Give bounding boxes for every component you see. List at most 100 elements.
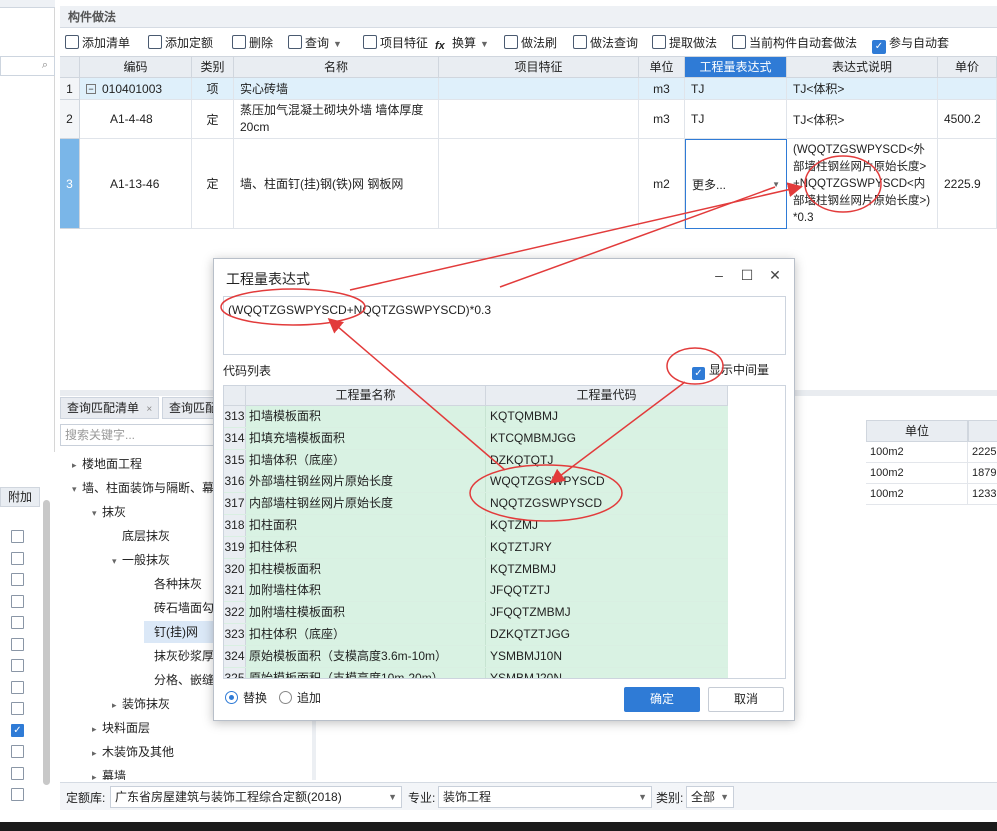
unit-cell[interactable]: 100m2 [866, 484, 968, 505]
cell-unit[interactable]: m2 [639, 139, 685, 229]
radio-unselected-icon[interactable] [279, 691, 292, 704]
radio-selected-icon[interactable] [225, 691, 238, 704]
expression-input[interactable]: (WQQTZGSWPYSCD+NQQTZGSWPYSCD)*0.3 [223, 296, 786, 355]
unit-cell[interactable]: 100m2 [866, 442, 968, 463]
cell-name[interactable]: 实心砖墙 [234, 78, 439, 100]
column-header-7[interactable]: 单价 [938, 57, 997, 78]
caret-right-icon[interactable]: ▸ [92, 742, 102, 764]
tree-item[interactable]: 分格、嵌缝 [144, 669, 214, 691]
cell-type[interactable]: 定 [192, 100, 234, 139]
cell-price[interactable] [938, 78, 997, 100]
cell-code[interactable]: A1-4-48 [80, 100, 192, 139]
tree-item[interactable]: ▸ 木装饰及其他 [92, 741, 174, 763]
row-number[interactable]: 3 [60, 139, 80, 229]
cell-code[interactable]: A1-13-46 [80, 139, 192, 229]
tree-item[interactable]: ▾ 抹灰 [92, 501, 126, 523]
code-row[interactable]: 320 扣柱模板面积 KQTZMBMJ [224, 558, 728, 581]
caret-down-icon[interactable]: ▾ [92, 502, 102, 524]
brush-icon[interactable] [504, 35, 518, 49]
cell-price[interactable]: 4500.2 [938, 100, 997, 139]
keyword-search-input[interactable]: 搜索关键字... [60, 424, 216, 446]
cell-desc[interactable]: (WQQTZGSWPYSCD<外部墙柱钢丝网片原始长度>+NQQTZGSWPYS… [787, 139, 938, 229]
code-row[interactable]: 316 外部墙柱钢丝网片原始长度 WQQTZGSWPYSCD [224, 471, 728, 494]
cell-unit[interactable]: m3 [639, 78, 685, 100]
minimize-icon[interactable]: – [710, 267, 728, 283]
cell-type[interactable]: 项 [192, 78, 234, 100]
tab-query-match[interactable]: 查询匹配 [162, 397, 218, 419]
row-number[interactable]: 1 [60, 78, 80, 100]
row-checkbox[interactable]: ✓ [11, 723, 24, 737]
row-checkbox[interactable] [11, 702, 24, 715]
row-checkbox[interactable] [11, 745, 24, 758]
row-checkbox[interactable] [11, 659, 24, 672]
feature-icon[interactable] [363, 35, 377, 49]
method-query-icon[interactable] [573, 35, 587, 49]
code-row[interactable]: 314 扣填充墙模板面积 KTCQMBMJGG [224, 427, 728, 450]
collapse-icon[interactable]: − [86, 83, 96, 94]
row-checkbox[interactable] [11, 637, 24, 651]
tree-item[interactable]: ▸ 装饰抹灰 [112, 693, 170, 715]
price-cell[interactable]: 1879. [968, 463, 997, 484]
code-row[interactable]: 313 扣墙模板面积 KQTQMBMJ [224, 406, 728, 428]
cell-desc[interactable]: TJ<体积> [787, 100, 938, 139]
quota-lib-select[interactable]: 广东省房屋建筑与装饰工程综合定额(2018) ▼ [110, 786, 402, 808]
ok-button[interactable]: 确定 [624, 687, 700, 712]
cell-unit[interactable]: m3 [639, 100, 685, 139]
caret-right-icon[interactable]: ▸ [112, 694, 122, 716]
cell-feature[interactable] [439, 100, 639, 139]
toolbar-button-9[interactable]: 当前构件自动套做法 [732, 34, 857, 52]
code-row[interactable]: 322 加附墙柱模板面积 JFQQTZMBMJ [224, 602, 728, 625]
left-scrollbar[interactable] [43, 500, 50, 785]
row-checkbox[interactable] [11, 573, 24, 586]
row-number[interactable]: 2 [60, 100, 80, 139]
checkbox-icon[interactable]: ✓ [872, 40, 886, 54]
tree-item[interactable]: ▸ 楼地面工程 [72, 453, 142, 475]
chevron-down-icon[interactable]: ▼ [772, 180, 780, 189]
trash-icon[interactable] [232, 35, 246, 49]
caret-right-icon[interactable]: ▸ [92, 718, 102, 740]
auto-apply-icon[interactable] [732, 35, 746, 49]
cell-name[interactable]: 墙、柱面钉(挂)钢(铁)网 钢板网 [234, 139, 439, 229]
tree-item[interactable]: ▸ 幕墙 [92, 765, 126, 780]
row-checkbox[interactable] [11, 530, 24, 543]
toolbar-button-1[interactable]: 添加定额 [148, 34, 213, 52]
row-checkbox[interactable] [11, 680, 24, 694]
column-header-5[interactable]: 工程量表达式 [685, 57, 787, 78]
cancel-button[interactable]: 取消 [708, 687, 784, 712]
code-row[interactable]: 315 扣墙体积（底座） DZKQTQTJ [224, 449, 728, 472]
code-row[interactable]: 325 原始模板面积（支模高度10m-20m） YSMBMJ20N [224, 667, 728, 678]
radio-append[interactable]: 追加 [279, 689, 321, 706]
chevron-down-icon[interactable]: ▼ [480, 39, 489, 49]
chevron-down-icon[interactable]: ▼ [333, 39, 342, 49]
add-quota-icon[interactable] [148, 35, 162, 49]
code-row[interactable]: 324 原始模板面积（支模高度3.6m-10m） YSMBMJ10N [224, 645, 728, 668]
row-checkbox[interactable] [11, 766, 24, 780]
cell-code[interactable]: −010401003 [80, 78, 192, 100]
maximize-icon[interactable]: ☐ [738, 267, 756, 284]
code-row[interactable]: 321 加附墙柱体积 JFQQTZTJ [224, 580, 728, 603]
cell-feature[interactable] [439, 139, 639, 229]
search-icon[interactable]: ⌕ [42, 59, 48, 72]
fx-icon[interactable]: fx [435, 37, 449, 52]
major-select[interactable]: 装饰工程 ▼ [438, 786, 652, 808]
caret-down-icon[interactable]: ▾ [72, 478, 82, 500]
price-cell[interactable]: 2225. [968, 442, 997, 463]
unit-cell[interactable]: 100m2 [866, 463, 968, 484]
tree-item[interactable]: ▸ 块料面层 [92, 717, 150, 739]
toolbar-button-2[interactable]: 删除 [232, 34, 273, 52]
row-checkbox[interactable] [11, 788, 24, 801]
toolbar-button-3[interactable]: 查询 ▼ [288, 34, 342, 52]
row-checkbox[interactable] [11, 594, 24, 608]
close-icon[interactable]: ✕ [766, 267, 784, 284]
cell-desc[interactable]: TJ<体积> [787, 78, 938, 100]
toolbar-button-7[interactable]: 做法查询 [573, 34, 638, 52]
cell-price[interactable]: 2225.9 [938, 139, 997, 229]
add-list-icon[interactable] [65, 35, 79, 49]
tree-item[interactable]: 底层抹灰 [112, 525, 170, 547]
cell-type[interactable]: 定 [192, 139, 234, 229]
column-header-3[interactable]: 项目特征 [439, 57, 639, 78]
tree-item[interactable]: 各种抹灰 [144, 573, 202, 595]
tree-item[interactable]: 砖石墙面勾缝 [144, 597, 218, 619]
cell-expr[interactable]: TJ [685, 100, 787, 139]
cell-expr[interactable]: TJ [685, 78, 787, 100]
